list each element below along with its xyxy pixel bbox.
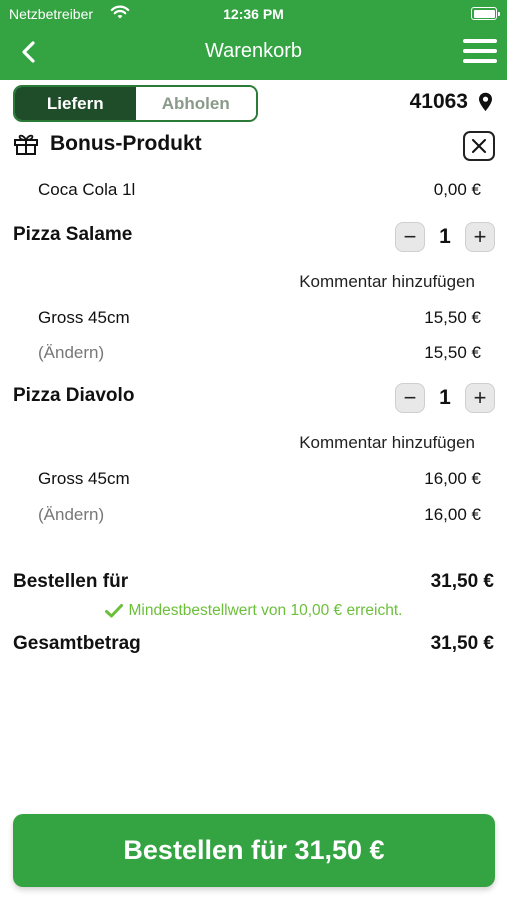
quantity-value: 1 [439,386,451,409]
cart-item-total: 16,00 € [424,505,481,524]
cart-item-name: Pizza Salame [13,224,133,245]
close-icon [472,139,486,153]
min-order-note: Mindestbestellwert von 10,00 € erreicht. [0,602,507,620]
quantity-stepper: − 1 + [395,383,495,413]
total-value: 31,50 € [430,633,494,654]
quantity-stepper: − 1 + [395,222,495,252]
order-for-row: Bestellen für 31,50 € [13,571,494,593]
postcode-selector[interactable]: 41063 [410,90,493,114]
bonus-title: Bonus-Produkt [50,132,202,155]
decrease-quantity-button[interactable]: − [395,222,425,252]
cart-item-total: 15,50 € [424,343,481,362]
bonus-item-name: Coca Cola 1l [38,180,136,199]
add-comment-link[interactable]: Kommentar hinzufügen [299,272,475,292]
bonus-item-price: 0,00 € [433,180,481,199]
quantity-value: 1 [439,225,451,248]
add-comment-link[interactable]: Kommentar hinzufügen [299,433,475,453]
cart-item-option: Gross 45cm [38,469,130,488]
nav-bar: Warenkorb [0,28,507,76]
change-item-link[interactable]: (Ändern) [38,343,104,363]
cart-item-name: Pizza Diavolo [13,385,135,406]
total-row: Gesamtbetrag 31,50 € [13,633,494,655]
increase-quantity-button[interactable]: + [465,222,495,252]
postcode-value: 41063 [409,90,468,113]
remove-bonus-button[interactable] [463,131,495,161]
increase-quantity-button[interactable]: + [465,383,495,413]
battery-icon [471,7,500,20]
order-for-value: 31,50 € [430,571,494,592]
status-bar: Netzbetreiber 12:36 PM [0,0,507,28]
checkmark-icon [104,604,123,618]
hamburger-menu-icon[interactable] [463,39,497,65]
tab-abholen[interactable]: Abholen [135,87,256,120]
bonus-header: Bonus-Produkt [13,132,202,156]
total-label: Gesamtbetrag [13,633,141,654]
order-for-label: Bestellen für [13,571,129,592]
cart-item-option: Gross 45cm [38,308,130,327]
clock: 12:36 PM [223,6,284,22]
cart-item-option-price: 15,50 € [424,308,481,327]
location-pin-icon [479,92,492,111]
tab-liefern[interactable]: Liefern [15,87,136,120]
decrease-quantity-button[interactable]: − [395,383,425,413]
delivery-mode-toggle: Liefern Abholen [13,85,258,122]
cart-item-option-price: 16,00 € [424,469,481,488]
place-order-button[interactable]: Bestellen für 31,50 € [13,814,495,887]
change-item-link[interactable]: (Ändern) [38,505,104,525]
min-order-text: Mindestbestellwert von 10,00 € erreicht. [128,602,403,619]
page-title: Warenkorb [204,40,303,62]
gift-icon [14,134,38,155]
